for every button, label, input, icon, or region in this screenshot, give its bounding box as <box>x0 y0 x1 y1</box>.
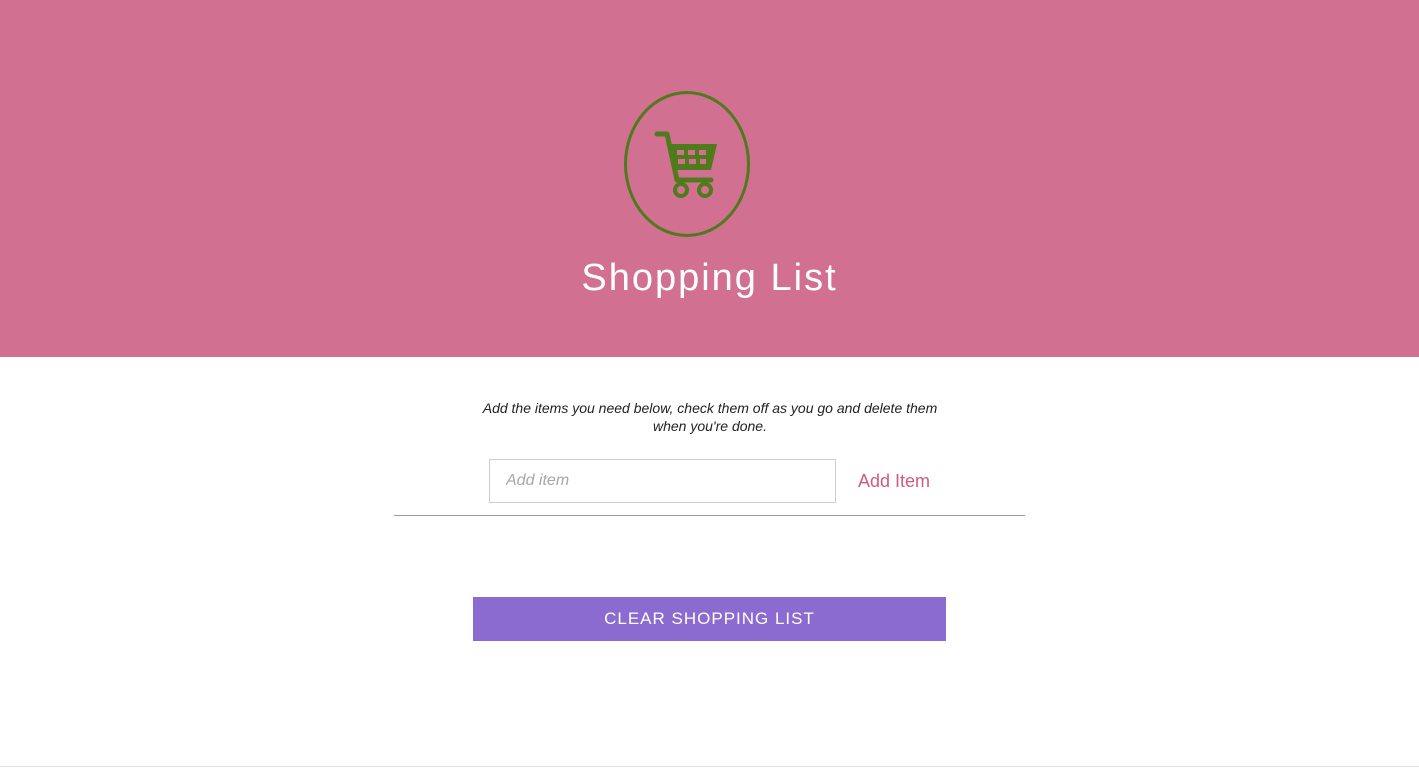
page-header: Shopping List <box>0 0 1419 357</box>
add-item-form: Add Item <box>394 459 1025 516</box>
add-item-button[interactable]: Add Item <box>858 471 930 492</box>
logo-badge <box>624 91 750 237</box>
add-item-input[interactable] <box>489 459 836 503</box>
main-content: Add the items you need below, check them… <box>0 357 1419 768</box>
page-title: Shopping List <box>581 257 838 299</box>
shopping-cart-icon <box>654 131 717 198</box>
instructions-text: Add the items you need below, check them… <box>482 400 938 434</box>
clear-shopping-list-button[interactable]: CLEAR SHOPPING LIST <box>473 597 946 641</box>
bottom-divider <box>0 766 1419 767</box>
